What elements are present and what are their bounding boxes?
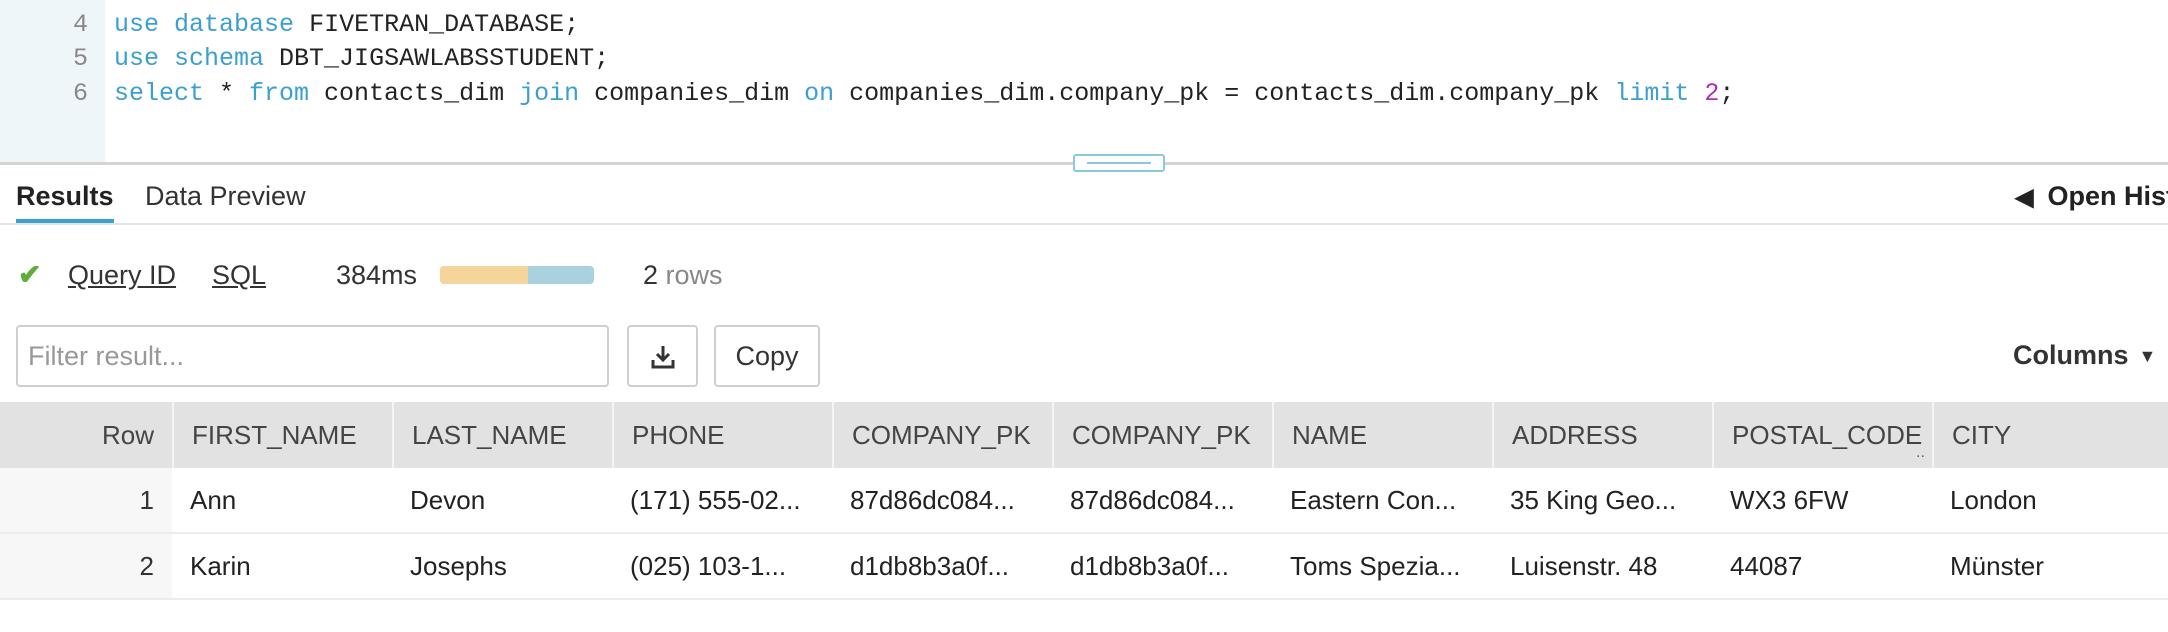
filter-result-input[interactable] <box>16 325 609 387</box>
tab-results[interactable]: Results <box>16 165 114 223</box>
sql-token: companies_dim.company_pk = contacts_dim.… <box>834 79 1615 108</box>
sql-token: contacts_dim <box>309 79 520 108</box>
table-cell[interactable]: London <box>1932 468 2152 532</box>
table-cell[interactable]: Toms Spezia... <box>1272 534 1492 598</box>
table-cell[interactable]: Karin <box>172 534 392 598</box>
sql-keyword: join <box>519 79 580 108</box>
line-number: 5 <box>72 44 88 73</box>
table-header: Row FIRST_NAME LAST_NAME PHONE COMPANY_PK COM… <box>0 402 2168 468</box>
code-line[interactable]: 4 use database FIVETRAN_DATABASE; <box>0 8 2168 42</box>
arrow-left-icon: ◀ <box>2015 184 2034 211</box>
column-header-city[interactable]: CITY <box>1932 402 2152 468</box>
column-resize-icon[interactable]: .. <box>1916 444 1925 462</box>
row-number: 2 <box>0 534 172 598</box>
sql-keyword: limit <box>1614 79 1690 108</box>
table-cell[interactable]: Devon <box>392 468 612 532</box>
tab-data-preview[interactable]: Data Preview <box>145 165 306 223</box>
row-count: 2 rows <box>643 260 723 291</box>
table-cell[interactable]: 87d86dc084... <box>832 468 1052 532</box>
copy-button[interactable]: Copy <box>714 325 820 387</box>
table-cell[interactable]: Ann <box>172 468 392 532</box>
query-status-bar: ✔ Query ID SQL 384ms 2 rows <box>0 250 2168 300</box>
code-line[interactable]: 6 select * from contacts_dim join compani… <box>0 77 2168 111</box>
sql-editor[interactable]: 4 use database FIVETRAN_DATABASE; 5 use sch… <box>0 0 2168 162</box>
table-cell[interactable]: d1db8b3a0f... <box>1052 534 1272 598</box>
row-count-label: rows <box>665 260 723 290</box>
code-line[interactable]: 5 use schema DBT_JIGSAWLABSSTUDENT; <box>0 42 2168 76</box>
table-cell[interactable]: d1db8b3a0f... <box>832 534 1052 598</box>
sql-keyword: select <box>114 79 205 108</box>
table-cell[interactable]: 87d86dc084... <box>1052 468 1272 532</box>
caret-down-icon: ▼ <box>2138 346 2157 367</box>
column-header-company-pk[interactable]: COMPANY_PK <box>1052 402 1272 468</box>
sql-token: * <box>204 79 250 108</box>
sql-token: ; <box>1719 79 1735 108</box>
code-text: use database FIVETRAN_DATABASE; <box>114 8 579 42</box>
open-history-label: Open History <box>2047 181 2168 211</box>
column-header-postal-code[interactable]: POSTAL_CODE <box>1712 402 1932 468</box>
duration-bar <box>440 266 594 284</box>
results-tabs: Results Data Preview ◀ Open History <box>0 165 2168 225</box>
table-cell[interactable]: WX3 6FW <box>1712 468 1932 532</box>
column-header-company-pk[interactable]: COMPANY_PK <box>832 402 1052 468</box>
table-cell[interactable]: Münster <box>1932 534 2152 598</box>
column-header-last-name[interactable]: LAST_NAME <box>392 402 612 468</box>
sql-keyword: use <box>114 10 160 39</box>
sql-token: FIVETRAN_DATABASE; <box>294 10 580 39</box>
line-number: 6 <box>72 79 88 108</box>
sql-token: companies_dim <box>579 79 805 108</box>
column-header-address[interactable]: ADDRESS <box>1492 402 1712 468</box>
sql-link[interactable]: SQL <box>212 260 266 291</box>
column-header-row[interactable]: Row <box>0 402 172 468</box>
table-cell[interactable]: 35 King Geo... <box>1492 468 1712 532</box>
column-header-name[interactable]: NAME <box>1272 402 1492 468</box>
duration-bar-compile <box>440 266 528 284</box>
query-id-link[interactable]: Query ID <box>68 260 176 291</box>
code-text: select * from contacts_dim join companie… <box>114 77 1734 111</box>
table-cell[interactable]: Luisenstr. 48 <box>1492 534 1712 598</box>
column-header-phone[interactable]: PHONE <box>612 402 832 468</box>
open-history-button[interactable]: ◀ Open History <box>2015 165 2168 223</box>
table-row[interactable]: 2 Karin Josephs (025) 103-1... d1db8b3a0f...… <box>0 534 2168 600</box>
sql-keyword: use <box>114 44 160 73</box>
table-row[interactable]: 1 Ann Devon (171) 555-02... 87d86dc084... 87d… <box>0 468 2168 534</box>
sql-keyword: from <box>249 79 310 108</box>
download-icon <box>651 345 674 369</box>
table-cell[interactable]: (025) 103-1... <box>612 534 832 598</box>
row-number: 1 <box>0 468 172 532</box>
download-button[interactable] <box>627 325 698 387</box>
sql-token: DBT_JIGSAWLABSSTUDENT; <box>264 44 610 73</box>
sql-number: 2 <box>1704 79 1720 108</box>
query-duration: 384ms <box>336 260 418 290</box>
code-text: use schema DBT_JIGSAWLABSSTUDENT; <box>114 42 609 76</box>
line-number: 4 <box>72 10 88 39</box>
table-cell[interactable]: Josephs <box>392 534 612 598</box>
sql-keyword: schema <box>174 44 265 73</box>
sql-keyword: on <box>804 79 835 108</box>
sql-keyword: database <box>174 10 295 39</box>
columns-label: Columns <box>2013 340 2129 370</box>
columns-menu-button[interactable]: Columns ▼ <box>2013 340 2156 371</box>
success-check-icon: ✔ <box>18 259 42 290</box>
row-count-value: 2 <box>643 260 659 290</box>
table-cell[interactable]: Eastern Con... <box>1272 468 1492 532</box>
table-cell[interactable]: (171) 555-02... <box>612 468 832 532</box>
table-cell[interactable]: 44087 <box>1712 534 1932 598</box>
column-header-first-name[interactable]: FIRST_NAME <box>172 402 392 468</box>
